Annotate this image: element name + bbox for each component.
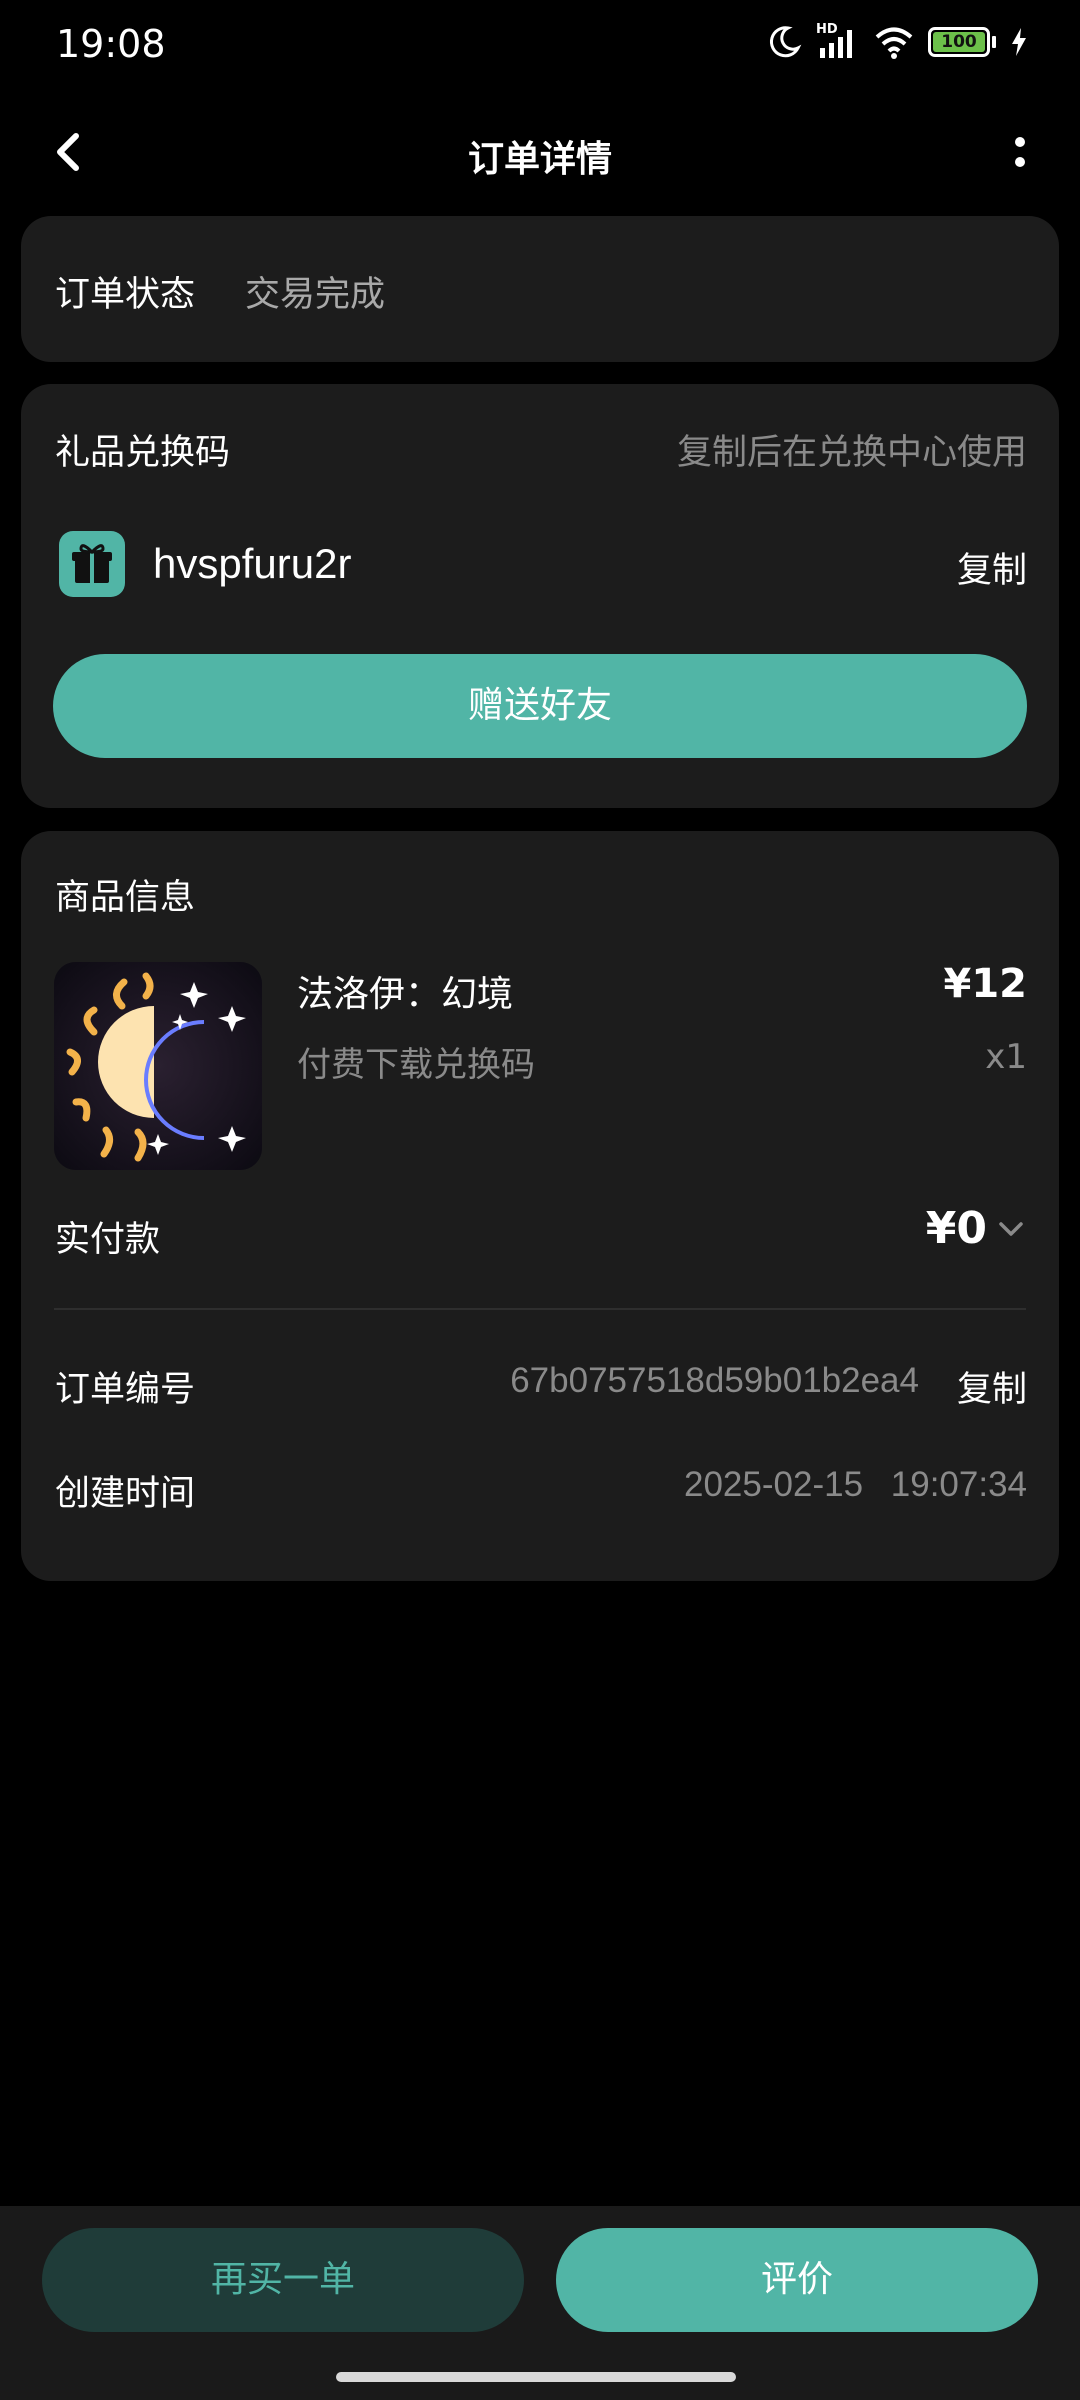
status-icons: HD 100: [766, 22, 1028, 60]
product-name[interactable]: 法洛伊：幻境: [297, 965, 513, 1017]
paid-amount-label: 实付款: [55, 1220, 161, 1260]
sun-moon-app-icon: [54, 962, 262, 1170]
goods-info-card: 商品信息 法洛伊：幻境 付费下载兑换码 ¥12 x1 实付款 ¥0 订单编号 6…: [21, 831, 1059, 1581]
more-button[interactable]: [990, 122, 1050, 182]
order-detail-page: 19:08 HD 100 订单详情 订单状态 交易完成 礼品兑换码 复制后在兑换…: [0, 0, 1080, 2400]
page-title: 订单详情: [467, 139, 612, 180]
charging-icon: [1012, 28, 1026, 56]
home-indicator[interactable]: [336, 2372, 736, 2382]
bottom-action-bar: 再买一单 评价: [0, 2206, 1080, 2400]
buy-again-button[interactable]: 再买一单: [42, 2228, 524, 2332]
goods-info-title: 商品信息: [55, 878, 196, 918]
order-number-copy-button[interactable]: 复制: [957, 1361, 1027, 1412]
product-subtitle: 付费下载兑换码: [297, 1045, 535, 1085]
created-time-value: 2025-02-15 19:07:34: [684, 1465, 1027, 1504]
order-status-label: 订单状态: [55, 275, 196, 315]
order-status-card: 订单状态 交易完成: [21, 216, 1059, 362]
review-button[interactable]: 评价: [556, 2228, 1038, 2332]
header: 订单详情: [0, 112, 1080, 192]
paid-amount-value: ¥0: [925, 1203, 987, 1254]
send-to-friend-button[interactable]: 赠送好友: [53, 654, 1027, 758]
moon-icon: [769, 26, 802, 58]
order-status-value: 交易完成: [245, 275, 386, 315]
paid-amount-toggle[interactable]: ¥0: [926, 1203, 1027, 1254]
order-number-label: 订单编号: [55, 1370, 196, 1410]
gift-icon: [59, 531, 125, 597]
signal-icon: HD: [816, 22, 860, 60]
wifi-icon: [875, 27, 913, 59]
product-image[interactable]: [54, 962, 262, 1170]
status-time: 19:08: [56, 22, 166, 66]
order-number-value: 67b0757518d59b01b2ea4: [510, 1361, 919, 1400]
battery-nub: [992, 36, 996, 48]
gift-code-hint: 复制后在兑换中心使用: [676, 433, 1027, 473]
gift-code-copy-button[interactable]: 复制: [957, 542, 1027, 593]
created-time-label: 创建时间: [55, 1474, 196, 1514]
more-vertical-icon: [1015, 137, 1025, 167]
product-quantity: x1: [985, 1037, 1027, 1077]
status-bar: 19:08 HD 100: [0, 0, 1080, 90]
divider: [54, 1308, 1026, 1310]
gift-code-title: 礼品兑换码: [55, 433, 231, 473]
battery-icon: 100: [928, 27, 990, 57]
battery-level: 100: [941, 32, 977, 52]
product-price: ¥12: [943, 961, 1028, 1007]
chevron-down-icon: [999, 1221, 1023, 1236]
gift-code-value: hvspfuru2r: [153, 540, 352, 587]
gift-code-card: 礼品兑换码 复制后在兑换中心使用 hvspfuru2r 复制 赠送好友: [21, 384, 1059, 808]
